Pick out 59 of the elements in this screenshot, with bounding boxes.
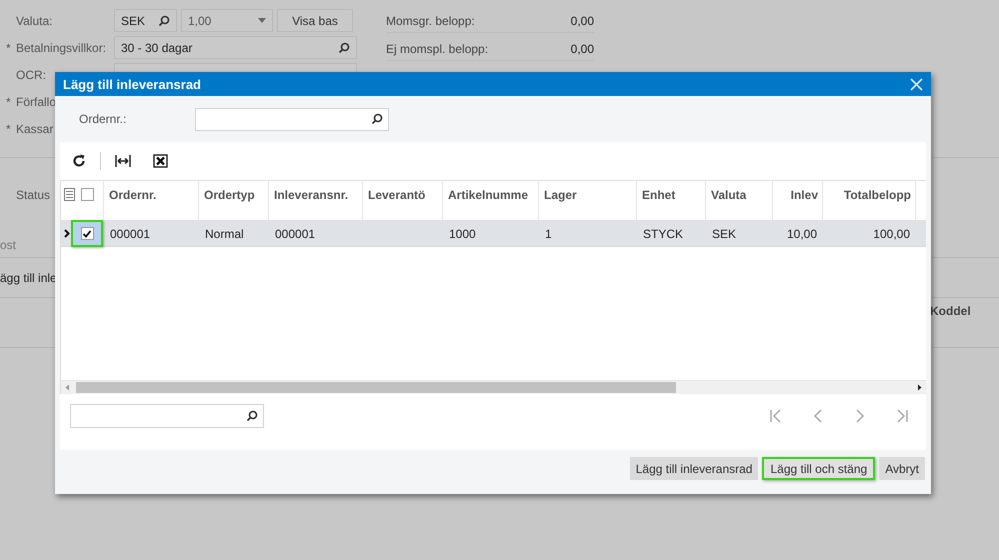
table-cell: 1 [545, 226, 552, 240]
dialog-title: Lägg till inleveransrad [63, 76, 201, 92]
table-cell: 1000 [449, 226, 476, 240]
column-header: Koddel [930, 304, 972, 320]
dialog-button[interactable]: Lägg till och stäng [762, 457, 876, 480]
lookup-field[interactable]: 30 - 30 dagar [114, 36, 357, 59]
select-all-checkbox[interactable] [81, 188, 94, 201]
field-label: Kassar [16, 122, 54, 136]
refresh-icon[interactable] [72, 154, 86, 168]
search-field[interactable] [70, 404, 264, 428]
table-cell: SEK [712, 226, 736, 240]
table-cell: 10,00 [786, 226, 817, 240]
column-chooser-icon[interactable] [64, 188, 75, 201]
chevron-icon [64, 229, 70, 238]
amount-value: 0,00 [570, 14, 594, 28]
close-icon[interactable] [910, 78, 923, 90]
rate-dropdown[interactable]: 1,00 [181, 9, 273, 32]
required-mark: * [6, 40, 11, 54]
scrollbar-thumb[interactable] [76, 382, 676, 393]
required-mark: * [6, 122, 11, 136]
column-header[interactable]: Lager [539, 181, 637, 220]
currency-field[interactable]: SEK [114, 9, 177, 32]
search-field[interactable] [195, 108, 389, 130]
required-mark: * [6, 94, 11, 108]
field-label: Ej momspl. belopp: [386, 42, 488, 56]
column-header[interactable]: Inlev [773, 181, 823, 220]
fit-columns-icon[interactable] [115, 155, 131, 167]
excel-export-icon[interactable] [153, 154, 168, 168]
table-cell: 100,00 [873, 226, 910, 240]
caret-icon [258, 18, 266, 23]
field-label: Status [16, 188, 50, 202]
field-label: Valuta: [16, 14, 52, 28]
field-label: Förfallo [16, 94, 56, 108]
column-header[interactable]: Enhet [637, 181, 706, 220]
search-icon[interactable] [158, 14, 170, 26]
amount-value: 0,00 [570, 42, 594, 56]
search-icon[interactable] [246, 410, 258, 422]
field-label: Momsgr. belopp: [386, 14, 475, 28]
field-label: Betalningsvillkor: [16, 40, 106, 54]
table-cell: Normal [205, 226, 244, 240]
column-header[interactable]: Totalbelopp [823, 181, 916, 220]
field-label: Ordernr.: [79, 112, 128, 126]
row-checkbox[interactable] [80, 227, 94, 240]
table-cell: STYCK [643, 226, 684, 240]
table-cell: 000001 [110, 226, 150, 240]
column-header[interactable]: Inleveransnr. [269, 181, 363, 220]
show-base-button[interactable]: Visa bas [277, 9, 353, 32]
column-header[interactable]: Artikelnumme [443, 181, 539, 220]
column-header[interactable]: Leverantö [363, 181, 443, 220]
field-label: OCR: [16, 68, 46, 82]
column-header[interactable]: Ordernr. [104, 181, 199, 220]
dialog-button[interactable]: Lägg till inleveransrad [630, 457, 758, 480]
column-header[interactable]: Ordertyp [199, 181, 269, 220]
search-icon[interactable] [338, 42, 350, 54]
table-cell: 000001 [275, 226, 316, 240]
column-header[interactable]: Valuta [706, 181, 773, 220]
search-icon[interactable] [371, 113, 383, 125]
dialog-button[interactable]: Avbryt [879, 457, 925, 480]
table-row[interactable]: 000001 Normal 000001 1000 1 STYCK SEK 10,00 100,00 [61, 221, 926, 247]
